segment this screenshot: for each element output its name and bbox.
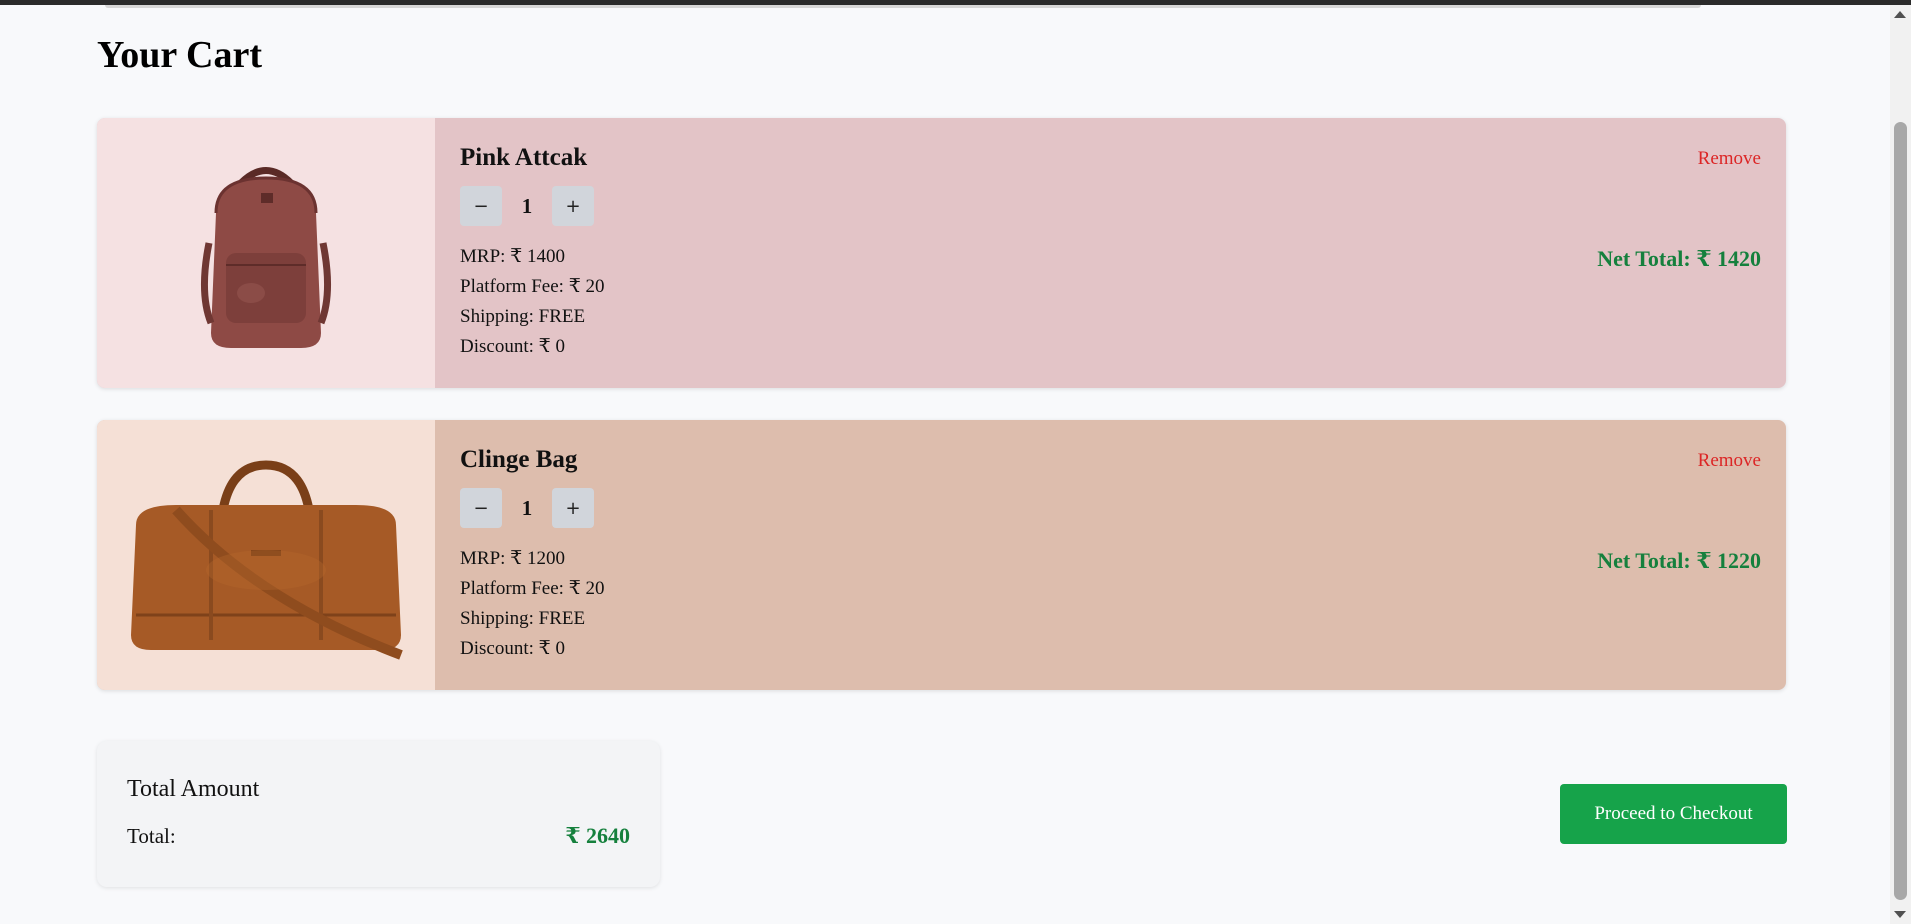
price-breakdown: MRP: ₹ 1400 Platform Fee: ₹ 20 Shipping:… (460, 242, 1761, 362)
item-details: Clinge Bag − 1 + MRP: ₹ 1200 Platform Fe… (435, 420, 1786, 690)
shipping-text: Shipping: FREE (460, 608, 586, 629)
product-image (97, 118, 435, 388)
total-heading: Total Amount (127, 776, 260, 802)
total-row: Total: ₹ 2640 (127, 823, 630, 849)
net-total: Net Total: ₹ 1220 (1597, 548, 1761, 573)
item-details: Pink Attcak − 1 + MRP: ₹ 1400 Platform F… (435, 118, 1786, 388)
cart-item: Pink Attcak − 1 + MRP: ₹ 1400 Platform F… (97, 118, 1786, 388)
platform-fee-text: Platform Fee: ₹ 20 (460, 578, 605, 599)
browser-edge (105, 5, 1701, 8)
total-value: ₹ 2640 (565, 823, 630, 848)
remove-button[interactable]: Remove (1698, 450, 1761, 472)
shipping-text: Shipping: FREE (460, 306, 586, 327)
duffel-bag-image (131, 460, 403, 660)
remove-button[interactable]: Remove (1698, 148, 1761, 170)
quantity-stepper: − 1 + (460, 186, 1761, 226)
net-total: Net Total: ₹ 1420 (1597, 246, 1761, 271)
item-name: Clinge Bag (460, 446, 578, 473)
backpack-image (201, 167, 331, 348)
proceed-to-checkout-button[interactable]: Proceed to Checkout (1560, 784, 1787, 844)
quantity-stepper: − 1 + (460, 488, 1761, 528)
quantity-value: 1 (521, 193, 533, 218)
cart-page: Your Cart Pink Attcak − 1 + MRP: ₹ 1400 … (0, 5, 1890, 924)
discount-text: Discount: ₹ 0 (460, 638, 565, 659)
increase-quantity-button[interactable]: + (552, 488, 594, 528)
mrp-text: MRP: ₹ 1400 (460, 246, 566, 267)
total-summary-card: Total Amount Total: ₹ 2640 (97, 741, 660, 887)
total-label: Total: (127, 823, 176, 848)
price-breakdown: MRP: ₹ 1200 Platform Fee: ₹ 20 Shipping:… (460, 544, 1761, 664)
scroll-thumb[interactable] (1894, 122, 1907, 900)
vertical-scrollbar[interactable] (1890, 5, 1911, 924)
decrease-quantity-button[interactable]: − (460, 488, 502, 528)
discount-text: Discount: ₹ 0 (460, 336, 565, 357)
item-name: Pink Attcak (460, 144, 588, 171)
quantity-value: 1 (521, 495, 533, 520)
decrease-quantity-button[interactable]: − (460, 186, 502, 226)
platform-fee-text: Platform Fee: ₹ 20 (460, 276, 605, 297)
scroll-down-arrow-icon[interactable] (1894, 911, 1906, 918)
scroll-up-arrow-icon[interactable] (1894, 11, 1906, 18)
increase-quantity-button[interactable]: + (552, 186, 594, 226)
mrp-text: MRP: ₹ 1200 (460, 548, 566, 569)
cart-item: Clinge Bag − 1 + MRP: ₹ 1200 Platform Fe… (97, 420, 1786, 690)
page-title: Your Cart (97, 34, 263, 76)
product-image (97, 420, 435, 690)
